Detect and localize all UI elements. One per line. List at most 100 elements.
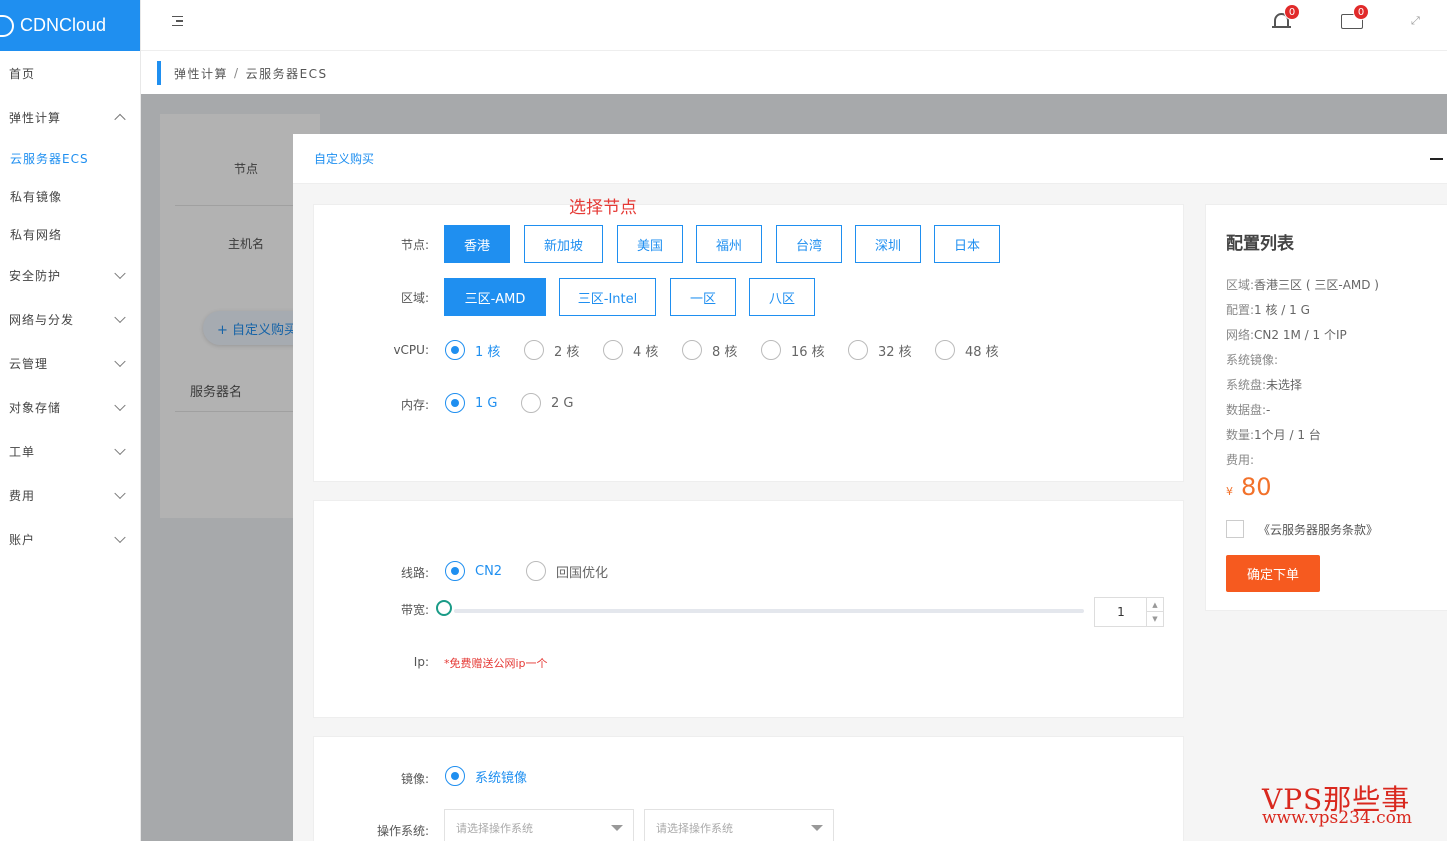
chevron-down-icon [114, 311, 126, 324]
node-label: 节点: [400, 238, 429, 252]
vcpu-option-1[interactable]: 1 核 [445, 340, 500, 360]
terms-link[interactable]: 《云服务器服务条款》 [1258, 521, 1378, 538]
node-option-usa[interactable]: 美国 [617, 225, 683, 263]
vcpu-option-16[interactable]: 16 核 [761, 340, 825, 360]
sidebar-item-label: 云服务器ECS [10, 151, 89, 166]
notification-bell-icon[interactable]: 0 [1271, 4, 1300, 30]
os-select-1[interactable]: 请选择操作系统 [444, 809, 634, 841]
sidebar-item-security[interactable]: 安全防护 [0, 253, 140, 297]
vcpu-option-48[interactable]: 48 核 [935, 340, 999, 360]
summary-quantity: 数量:1个月 / 1 台 [1226, 428, 1321, 442]
brand-name: CDNCloud [20, 15, 107, 35]
sidebar-item-account[interactable]: 账户 [0, 517, 140, 561]
chevron-down-icon [114, 355, 126, 368]
ip-label: Ip: [413, 655, 429, 669]
summary-cost: 费用: [1226, 453, 1255, 467]
region-option-1[interactable]: 一区 [670, 278, 736, 316]
summary-title: 配置列表 [1226, 234, 1294, 254]
bandwidth-slider-handle[interactable] [436, 600, 452, 616]
minimize-icon[interactable] [1430, 158, 1443, 160]
mail-icon[interactable]: 0 [1340, 4, 1369, 32]
memory-option-1g[interactable]: 1 G [445, 393, 497, 413]
sidebar-item-billing[interactable]: 费用 [0, 473, 140, 517]
bandwidth-slider-track[interactable] [454, 609, 1084, 613]
sidebar-item-cloud-management[interactable]: 云管理 [0, 341, 140, 385]
node-option-singapore[interactable]: 新加坡 [524, 225, 603, 263]
vcpu-option-4[interactable]: 4 核 [603, 340, 658, 360]
notification-badge: 0 [1284, 4, 1300, 20]
sidebar-item-label: 私有镜像 [10, 189, 63, 204]
region-option-8[interactable]: 八区 [749, 278, 815, 316]
sidebar-item-network[interactable]: 网络与分发 [0, 297, 140, 341]
sidebar-item-label: 云管理 [9, 356, 49, 371]
sidebar-item-label: 私有网络 [10, 227, 63, 242]
bandwidth-stepper[interactable]: 1 ▲ ▼ [1094, 597, 1164, 627]
config-summary: 配置列表 区域:香港三区 ( 三区-AMD ) 配置:1 核 / 1 G 网络:… [1205, 204, 1447, 611]
dialog-title: 自定义购买 [314, 152, 375, 166]
sidebar-item-ecs[interactable]: 云服务器ECS [0, 139, 140, 177]
breadcrumb: 弹性计算 / 云服务器ECS [157, 61, 328, 85]
sidebar: CDNCloud 首页 弹性计算 云服务器ECS 私有镜像 私有网络 安全防护 … [0, 0, 141, 841]
chevron-up-icon [114, 113, 126, 126]
chevron-down-icon [114, 267, 126, 280]
image-card: 镜像: 系统镜像 操作系统: 请选择操作系统 请选择操作系统 [313, 736, 1184, 841]
chevron-down-icon [114, 487, 126, 500]
sidebar-item-tickets[interactable]: 工单 [0, 429, 140, 473]
image-option-system[interactable]: 系统镜像 [445, 766, 527, 786]
decrement-icon[interactable]: ▼ [1147, 612, 1163, 626]
sidebar-item-label: 网络与分发 [9, 312, 75, 327]
memory-option-2g[interactable]: 2 G [521, 393, 573, 413]
bandwidth-value[interactable]: 1 [1095, 598, 1147, 626]
region-option-3-amd[interactable]: 三区-AMD [444, 278, 546, 316]
sidebar-item-private-network[interactable]: 私有网络 [0, 215, 140, 253]
region-option-3-intel[interactable]: 三区-Intel [559, 278, 656, 316]
sidebar-item-label: 首页 [9, 66, 36, 81]
sidebar-item-object-storage[interactable]: 对象存储 [0, 385, 140, 429]
node-option-fuzhou[interactable]: 福州 [696, 225, 762, 263]
line-option-optimized[interactable]: 回国优化 [526, 561, 608, 581]
summary-network: 网络:CN2 1M / 1 个IP [1226, 328, 1347, 342]
node-option-japan[interactable]: 日本 [934, 225, 1000, 263]
price: ¥ 80 [1226, 473, 1272, 501]
watermark: VPS那些事 www.vps234.com [1262, 783, 1412, 828]
price-amount: 80 [1241, 473, 1272, 501]
breadcrumb-parent[interactable]: 弹性计算 [174, 65, 228, 82]
currency-symbol: ¥ [1226, 485, 1233, 498]
fullscreen-icon[interactable]: ⤢ [1411, 15, 1423, 27]
place-order-button[interactable]: 确定下单 [1226, 555, 1320, 592]
vcpu-option-32[interactable]: 32 核 [848, 340, 912, 360]
sidebar-item-private-image[interactable]: 私有镜像 [0, 177, 140, 215]
node-option-taiwan[interactable]: 台湾 [776, 225, 842, 263]
region-label: 区域: [400, 291, 429, 305]
sidebar-item-label: 弹性计算 [9, 110, 62, 125]
sidebar-item-label: 对象存储 [9, 400, 62, 415]
sidebar-item-label: 工单 [9, 444, 36, 459]
ip-note: *免费赠送公网ip一个 [444, 657, 548, 670]
sidebar-item-label: 安全防护 [9, 268, 62, 283]
message-badge: 0 [1353, 4, 1369, 20]
vcpu-label: vCPU: [393, 343, 429, 357]
node-option-hongkong[interactable]: 香港 [444, 225, 510, 263]
node-option-shenzhen[interactable]: 深圳 [855, 225, 921, 263]
chevron-down-icon [114, 443, 126, 456]
increment-icon[interactable]: ▲ [1147, 598, 1163, 612]
network-card: 线路: CN2 回国优化 带宽: 1 ▲ ▼ Ip: *免费赠送公网ip一个 [313, 500, 1184, 718]
summary-config: 配置:1 核 / 1 G [1226, 303, 1310, 317]
summary-region: 区域:香港三区 ( 三区-AMD ) [1226, 278, 1379, 292]
line-option-cn2[interactable]: CN2 [445, 561, 502, 581]
brand-logo[interactable]: CDNCloud [0, 0, 140, 51]
os-label: 操作系统: [376, 824, 429, 838]
breadcrumb-separator: / [234, 66, 240, 80]
line-label: 线路: [400, 566, 429, 580]
dialog-header: 自定义购买 [293, 134, 1447, 184]
sidebar-item-home[interactable]: 首页 [0, 51, 140, 95]
terms-checkbox[interactable] [1226, 520, 1244, 538]
memory-label: 内存: [400, 398, 429, 412]
vcpu-option-8[interactable]: 8 核 [682, 340, 737, 360]
chevron-down-icon [114, 531, 126, 544]
menu-toggle-icon[interactable] [172, 16, 183, 27]
sidebar-item-label: 账户 [9, 532, 36, 547]
vcpu-option-2[interactable]: 2 核 [524, 340, 579, 360]
sidebar-item-elastic-compute[interactable]: 弹性计算 [0, 95, 140, 139]
os-select-2[interactable]: 请选择操作系统 [644, 809, 834, 841]
